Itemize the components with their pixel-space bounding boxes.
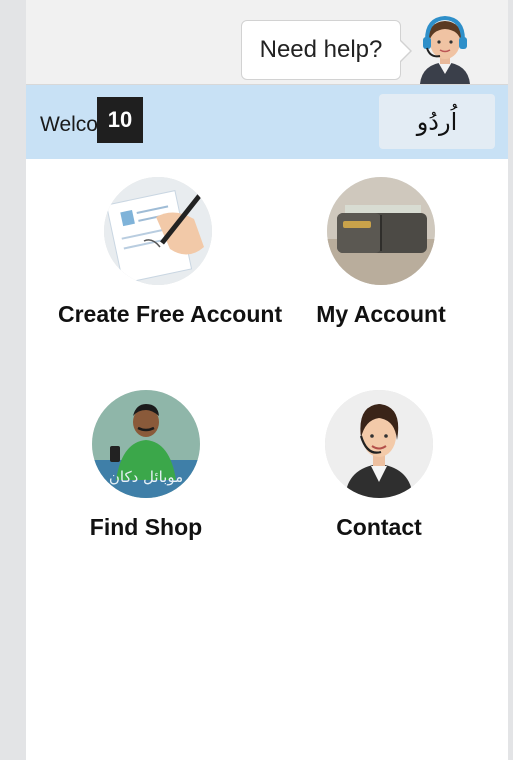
- find-shop-tile[interactable]: موبائل دکان Find Shop: [46, 390, 246, 541]
- number-badge: 10: [97, 97, 143, 143]
- support-agent-icon: [325, 390, 433, 498]
- my-account-label: My Account: [316, 301, 446, 327]
- support-agent-icon[interactable]: [410, 12, 480, 84]
- welcome-bar: Welco 10 اُردُو: [26, 85, 508, 159]
- find-shop-label: Find Shop: [89, 514, 203, 540]
- shop-sign-text: موبائل دکان: [109, 468, 183, 486]
- need-help-button[interactable]: Need help?: [241, 20, 412, 80]
- app-screen: Need help? Welco 10 اُردُو Create Free A…: [26, 0, 508, 760]
- top-bar: Need help?: [26, 0, 508, 85]
- contact-label: Contact: [336, 514, 422, 540]
- create-free-account-label: Create Free Account: [58, 301, 283, 327]
- contact-tile[interactable]: Contact: [279, 390, 479, 541]
- my-account-tile[interactable]: My Account: [281, 177, 481, 328]
- welcome-text: Welco: [40, 113, 98, 136]
- urdu-language-button[interactable]: اُردُو: [379, 94, 495, 149]
- shopkeeper-icon: موبائل دکان: [92, 390, 200, 498]
- create-free-account-tile[interactable]: Create Free Account: [58, 177, 283, 328]
- need-help-label: Need help?: [259, 36, 383, 63]
- signing-document-icon: [104, 177, 212, 285]
- wallet-icon: [327, 177, 435, 285]
